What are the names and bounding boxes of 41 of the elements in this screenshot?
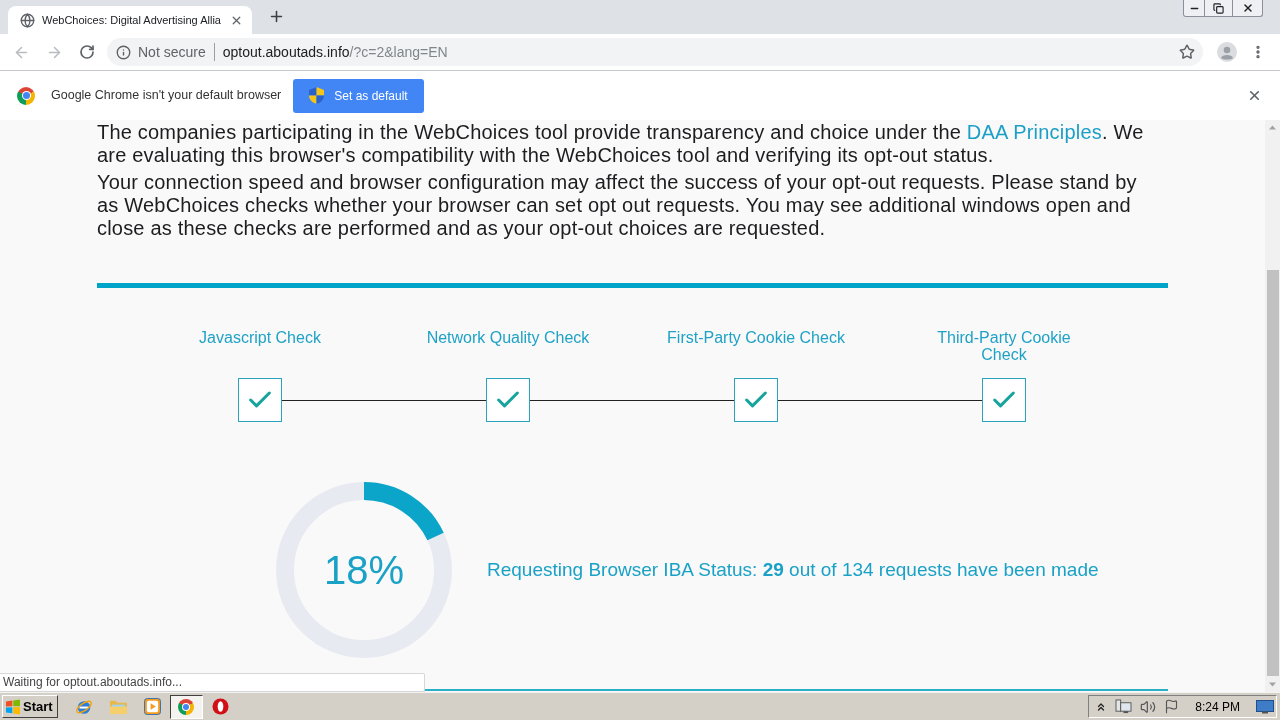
step-label: Javascript Check	[198, 329, 322, 348]
infobar-message: Google Chrome isn't your default browser	[51, 87, 282, 105]
bookmark-star-icon[interactable]	[1179, 44, 1195, 60]
clock-time[interactable]: 8:24 PM	[1195, 697, 1240, 716]
close-button[interactable]	[1233, 0, 1263, 17]
reload-icon[interactable]	[79, 44, 95, 60]
scrollbar-thumb[interactable]	[1266, 270, 1279, 676]
close-icon[interactable]	[1247, 88, 1262, 103]
flag-icon[interactable]	[1164, 699, 1180, 714]
o-logo-icon	[211, 698, 229, 715]
start-button[interactable]: Start	[2, 695, 58, 718]
shield-icon	[309, 87, 325, 104]
status-bubble: Waiting for optout.aboutads.info...	[0, 673, 425, 692]
avatar-icon[interactable]	[1217, 42, 1237, 62]
scrollbar-track[interactable]	[1265, 120, 1280, 692]
status-text: Requesting Browser IBA Status: 29 out of 134 requests have been made	[487, 557, 1099, 582]
set-as-default-button[interactable]: Set as default	[293, 78, 424, 113]
speaker-icon[interactable]	[1140, 698, 1157, 715]
progress-percentage: 18%	[323, 547, 405, 594]
intro-paragraph: The companies participating in the WebChoices tool provide transparency and choice under the DAA Principles. We are evaluating this browser's compatibility with the WebChoices tool and verifying its opt-out status.	[97, 121, 1145, 167]
info-icon	[116, 44, 131, 60]
globe-icon	[20, 12, 35, 28]
step-label: Network Quality Check	[425, 329, 591, 348]
step-label: Third-Party Cookie Check	[936, 329, 1072, 365]
taskbar-button[interactable]	[169, 694, 203, 719]
notice-paragraph: Your connection speed and browser configuration may affect the success of your opt-out requests. Please stand by as WebChoices checks whether your browser can set opt out requests. You may see additional windows open and close as these checks are performed and as your opt-out choices are requested.	[97, 171, 1138, 240]
restore-icon	[1213, 2, 1224, 14]
play-icon	[143, 698, 161, 715]
chrome-logo-icon	[178, 698, 195, 715]
security-label: Not secure	[138, 42, 206, 62]
chrome-logo-icon	[17, 86, 35, 105]
folder-icon	[108, 698, 128, 715]
monitor-icon[interactable]	[1256, 699, 1274, 714]
step-label: First-Party Cookie Check	[666, 329, 846, 348]
restore-button[interactable]	[1205, 0, 1233, 17]
url-text: optout.aboutads.info/?c=2&lang=EN	[222, 42, 448, 62]
browser-tab[interactable]: WebChoices: Digital Advertising Allia	[8, 6, 252, 34]
flag-logo-icon	[5, 698, 21, 715]
address-bar[interactable]: Not secure optout.aboutads.info/?c=2&lang=EN	[107, 38, 1203, 66]
network-icon[interactable]	[1115, 699, 1133, 714]
close-icon	[1241, 2, 1254, 14]
